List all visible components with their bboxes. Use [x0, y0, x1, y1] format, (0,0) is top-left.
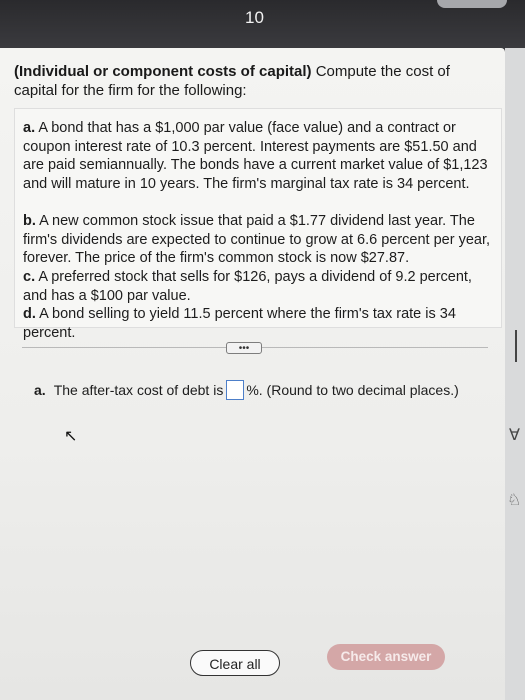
page-number: 10: [245, 8, 264, 27]
problem-item-b: b. A new common stock issue that paid a …: [23, 213, 491, 266]
right-edge-panel: [505, 48, 525, 700]
answer-label: a.: [34, 382, 46, 398]
problem-statement-box: a. A bond that has a $1,000 par value (f…: [14, 108, 502, 341]
sidebar-tool-icon[interactable]: ♘: [507, 490, 521, 510]
check-answer-button[interactable]: Check answer: [327, 644, 445, 670]
clear-all-button[interactable]: Clear all: [190, 650, 280, 676]
answer-prefix: The after-tax cost of debt is: [53, 382, 224, 398]
question-heading: (Individual or component costs of capita…: [14, 62, 494, 100]
mouse-pointer-icon: ↖: [64, 428, 78, 445]
answer-row: a. The after-tax cost of debt is %. (Rou…: [34, 380, 459, 400]
after-tax-cost-input[interactable]: [226, 380, 245, 400]
question-topic: (Individual or component costs of capita…: [14, 63, 312, 80]
expand-more-button[interactable]: •••: [226, 342, 262, 354]
problem-item-a: a. A bond that has a $1,000 par value (f…: [23, 120, 488, 192]
corner-tab: [437, 0, 507, 8]
bracket-icon: [515, 330, 525, 362]
problem-item-d: d. A bond selling to yield 11.5 percent …: [23, 306, 456, 341]
problem-item-c: c. A preferred stock that sells for $126…: [23, 269, 472, 304]
answer-suffix: %. (Round to two decimal places.): [246, 382, 459, 398]
sidebar-glyph-icon[interactable]: Ɐ: [509, 425, 520, 445]
